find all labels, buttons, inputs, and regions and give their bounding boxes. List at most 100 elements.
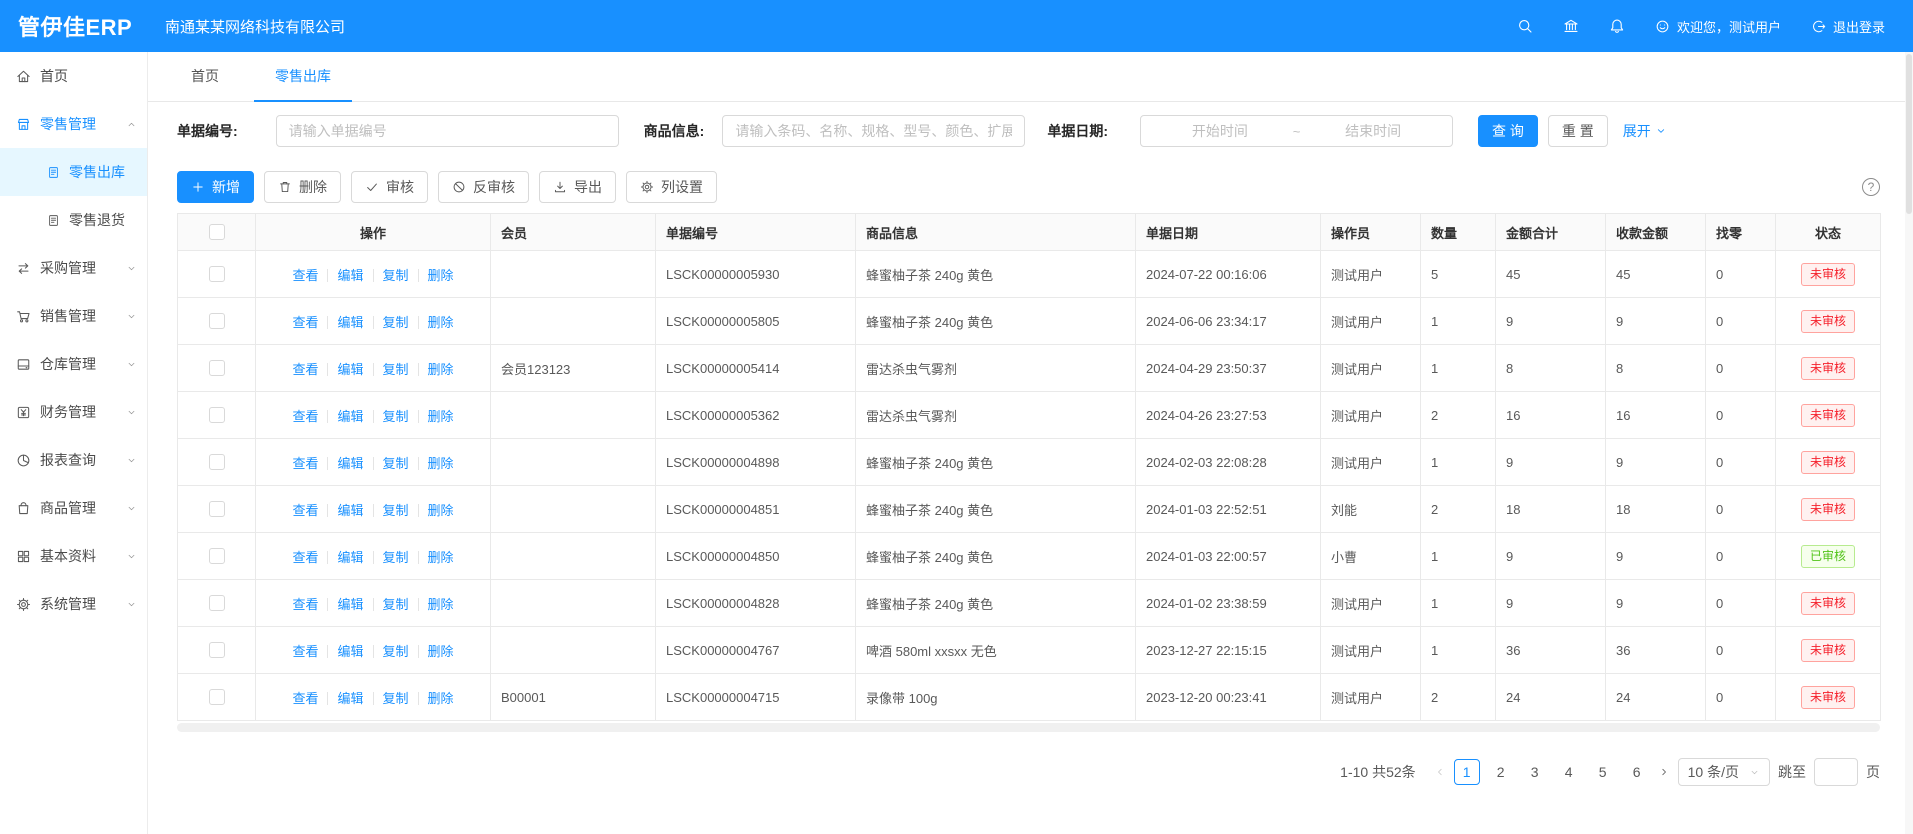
edit-link[interactable]: 编辑 <box>337 315 363 330</box>
page-button-1[interactable]: 1 <box>1454 759 1480 785</box>
expand-toggle[interactable]: 展开 <box>1623 121 1667 141</box>
tab-retail-outbound[interactable]: 零售出库 <box>254 66 352 101</box>
date-separator: ~ <box>1289 124 1305 139</box>
export-button[interactable]: 导出 <box>539 171 616 203</box>
view-link[interactable]: 查看 <box>292 644 318 659</box>
add-button[interactable]: 新增 <box>177 171 254 203</box>
prev-page-button[interactable] <box>1434 766 1446 778</box>
delete-link[interactable]: 删除 <box>428 409 454 424</box>
copy-link[interactable]: 复制 <box>383 315 409 330</box>
bill-no-input[interactable] <box>276 115 619 147</box>
copy-link[interactable]: 复制 <box>383 456 409 471</box>
sidebar-item-retail[interactable]: 零售管理 <box>0 100 147 148</box>
select-all-checkbox[interactable] <box>209 224 225 240</box>
horizontal-scrollbar[interactable] <box>177 723 1880 732</box>
vertical-scrollbar[interactable] <box>1905 52 1913 834</box>
copy-link[interactable]: 复制 <box>383 691 409 706</box>
scrollbar-thumb[interactable] <box>1906 54 1912 214</box>
sidebar-item-reports[interactable]: 报表查询 <box>0 436 147 484</box>
row-checkbox[interactable] <box>209 266 225 282</box>
app-logo[interactable]: 管伊佳ERP <box>0 10 148 42</box>
copy-link[interactable]: 复制 <box>383 644 409 659</box>
reset-button[interactable]: 重 置 <box>1548 115 1608 147</box>
date-range-picker[interactable]: 开始时间 ~ 结束时间 <box>1140 115 1453 147</box>
unaudit-button[interactable]: 反审核 <box>438 171 529 203</box>
jump-page-input[interactable] <box>1814 758 1858 786</box>
edit-link[interactable]: 编辑 <box>337 409 363 424</box>
edit-link[interactable]: 编辑 <box>337 550 363 565</box>
sidebar-item-retail-return[interactable]: 零售退货 <box>0 196 147 244</box>
product-info-input[interactable] <box>722 115 1025 147</box>
sidebar-item-system[interactable]: 系统管理 <box>0 580 147 628</box>
edit-link[interactable]: 编辑 <box>337 597 363 612</box>
bell-icon[interactable] <box>1609 18 1625 34</box>
edit-link[interactable]: 编辑 <box>337 362 363 377</box>
edit-link[interactable]: 编辑 <box>337 691 363 706</box>
page-size-select[interactable]: 10 条/页 <box>1678 758 1770 786</box>
sidebar-item-warehouse[interactable]: 仓库管理 <box>0 340 147 388</box>
edit-link[interactable]: 编辑 <box>337 644 363 659</box>
view-link[interactable]: 查看 <box>292 409 318 424</box>
row-checkbox[interactable] <box>209 501 225 517</box>
sidebar-item-basic-data[interactable]: 基本资料 <box>0 532 147 580</box>
delete-link[interactable]: 删除 <box>428 268 454 283</box>
sidebar-item-sales[interactable]: 销售管理 <box>0 292 147 340</box>
sidebar-item-purchase[interactable]: 采购管理 <box>0 244 147 292</box>
copy-link[interactable]: 复制 <box>383 597 409 612</box>
delete-link[interactable]: 删除 <box>428 644 454 659</box>
welcome-user[interactable]: 欢迎您，测试用户 <box>1655 17 1781 36</box>
delete-link[interactable]: 删除 <box>428 315 454 330</box>
row-checkbox[interactable] <box>209 689 225 705</box>
search-button[interactable]: 查 询 <box>1478 115 1538 147</box>
row-checkbox[interactable] <box>209 595 225 611</box>
delete-link[interactable]: 删除 <box>428 550 454 565</box>
page-button-3[interactable]: 3 <box>1522 759 1548 785</box>
delete-link[interactable]: 删除 <box>428 597 454 612</box>
edit-link[interactable]: 编辑 <box>337 268 363 283</box>
tab-home[interactable]: 首页 <box>170 66 240 101</box>
delete-link[interactable]: 删除 <box>428 691 454 706</box>
row-checkbox[interactable] <box>209 642 225 658</box>
view-link[interactable]: 查看 <box>292 362 318 377</box>
view-link[interactable]: 查看 <box>292 550 318 565</box>
sidebar-item-retail-outbound[interactable]: 零售出库 <box>0 148 147 196</box>
view-link[interactable]: 查看 <box>292 315 318 330</box>
copy-link[interactable]: 复制 <box>383 550 409 565</box>
sidebar-item-home[interactable]: 首页 <box>0 52 147 100</box>
sidebar-item-finance[interactable]: 财务管理 <box>0 388 147 436</box>
delete-link[interactable]: 删除 <box>428 456 454 471</box>
bank-icon[interactable] <box>1563 18 1579 34</box>
view-link[interactable]: 查看 <box>292 268 318 283</box>
table-row: 查看编辑复制删除B00001LSCK00000004715录像带 100g202… <box>178 674 1881 721</box>
row-checkbox[interactable] <box>209 407 225 423</box>
page-button-2[interactable]: 2 <box>1488 759 1514 785</box>
page-button-6[interactable]: 6 <box>1624 759 1650 785</box>
page-button-5[interactable]: 5 <box>1590 759 1616 785</box>
view-link[interactable]: 查看 <box>292 691 318 706</box>
edit-link[interactable]: 编辑 <box>337 503 363 518</box>
view-link[interactable]: 查看 <box>292 456 318 471</box>
copy-link[interactable]: 复制 <box>383 362 409 377</box>
copy-link[interactable]: 复制 <box>383 409 409 424</box>
view-link[interactable]: 查看 <box>292 597 318 612</box>
page-button-4[interactable]: 4 <box>1556 759 1582 785</box>
copy-link[interactable]: 复制 <box>383 503 409 518</box>
next-page-button[interactable] <box>1658 766 1670 778</box>
logout-button[interactable]: 退出登录 <box>1811 17 1885 36</box>
sidebar-item-products[interactable]: 商品管理 <box>0 484 147 532</box>
search-icon[interactable] <box>1517 18 1533 34</box>
row-checkbox[interactable] <box>209 548 225 564</box>
copy-link[interactable]: 复制 <box>383 268 409 283</box>
delete-button[interactable]: 删除 <box>264 171 341 203</box>
audit-button[interactable]: 审核 <box>351 171 428 203</box>
help-icon[interactable]: ? <box>1862 178 1880 196</box>
column-settings-button[interactable]: 列设置 <box>626 171 717 203</box>
row-checkbox[interactable] <box>209 454 225 470</box>
row-checkbox[interactable] <box>209 360 225 376</box>
edit-link[interactable]: 编辑 <box>337 456 363 471</box>
delete-link[interactable]: 删除 <box>428 503 454 518</box>
delete-link[interactable]: 删除 <box>428 362 454 377</box>
view-link[interactable]: 查看 <box>292 503 318 518</box>
row-actions-cell: 查看 编辑 复制 删除 <box>256 486 491 533</box>
row-checkbox[interactable] <box>209 313 225 329</box>
